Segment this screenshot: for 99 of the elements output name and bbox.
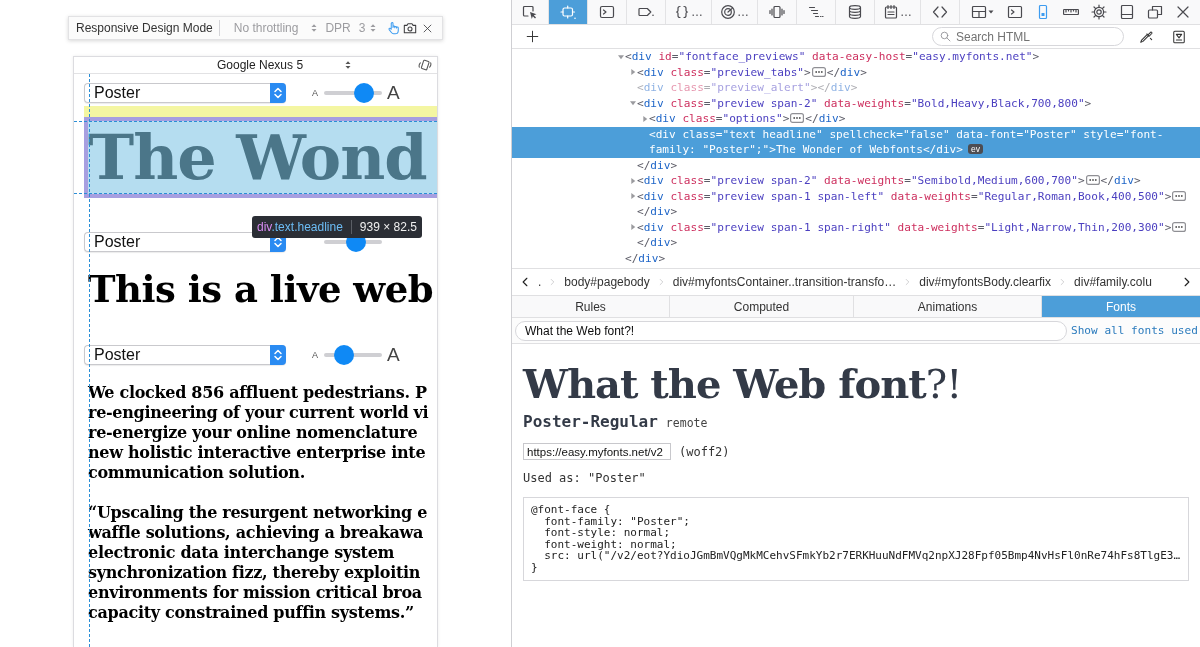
- font-select[interactable]: Poster: [84, 232, 286, 252]
- opening-tag[interactable]: <div class="preview span-1 span-right" data-weights="Light,Narrow,Thin,200,300">: [637, 220, 1172, 234]
- font-select[interactable]: Poster: [84, 345, 286, 365]
- ellipsis-badge-icon[interactable]: [1085, 175, 1100, 185]
- twisty-icon[interactable]: [629, 223, 637, 232]
- small-size-label: A: [312, 88, 318, 98]
- twisty-icon[interactable]: [629, 99, 637, 108]
- tool-tab[interactable]: …: [712, 0, 758, 24]
- body-paragraph: “Upscaling the resurgent networking e waffle solutions, achieving a breakawa electronic data interchange system synchronization fizz, thereby exploitin environments for mission critical broa capacity constrained puffin systems.”: [88, 503, 428, 623]
- opening-tag[interactable]: <div id="fontface_previews" data-easy-host="easy.myfonts.net">: [625, 50, 1040, 63]
- chevron-right-icon: [657, 276, 665, 288]
- twisty-icon[interactable]: [641, 114, 649, 123]
- notepad-icon: [883, 4, 899, 20]
- closing-tag: </div>: [637, 205, 678, 218]
- camera-icon[interactable]: [403, 21, 418, 35]
- box-frame-icon: [560, 4, 576, 20]
- twisty-icon[interactable]: [629, 68, 637, 77]
- closing-tag: </div>: [625, 251, 666, 265]
- font-select[interactable]: Poster: [84, 83, 286, 103]
- braces-icon: [674, 4, 690, 20]
- close-icon[interactable]: [422, 22, 434, 34]
- selector-text: div.text.headline: [257, 220, 343, 234]
- plus-icon[interactable]: [526, 30, 539, 43]
- select-arrows-icon: [270, 83, 286, 103]
- headline-text: The Wond: [88, 121, 427, 194]
- breadcrumb[interactable]: body#pagebody: [564, 275, 650, 289]
- sidebar-tab[interactable]: Computed: [670, 296, 854, 317]
- breadcrumb[interactable]: div#myfontsBody.clearfix: [919, 275, 1052, 289]
- panel-layout-icon[interactable]: [1119, 4, 1135, 20]
- chevron-right-icon[interactable]: [1182, 276, 1192, 288]
- twisty-icon[interactable]: [629, 176, 637, 185]
- windows-icon[interactable]: [1147, 4, 1163, 20]
- ellipsis-badge-icon[interactable]: [1172, 221, 1187, 232]
- sidebar-tab[interactable]: Rules: [512, 296, 670, 317]
- eyedropper-icon[interactable]: [1139, 29, 1153, 44]
- font-format: (woff2): [679, 444, 730, 459]
- size-slider-track[interactable]: [324, 345, 382, 365]
- gauge-icon: [720, 4, 736, 20]
- body-paragraph: We clocked 856 affluent pedestrians. P re-engineering of your current world vi re-energize your online nomenclature new holistic interactive enterprise inte communication solution.: [88, 383, 429, 483]
- terminal-icon[interactable]: [1007, 4, 1023, 20]
- select-arrows-icon: [270, 345, 286, 365]
- used-as-text: Used as: "Poster": [523, 471, 646, 485]
- twisty-icon[interactable]: [629, 192, 637, 201]
- device-select[interactable]: Google Nexus 5: [217, 58, 352, 72]
- show-all-fonts-link[interactable]: Show all fonts used: [1071, 324, 1198, 337]
- font-origin: remote: [665, 416, 708, 430]
- breadcrumb[interactable]: div#myfontsContainer..transition-transfo…: [672, 275, 897, 289]
- chevron-right-icon: [549, 276, 557, 288]
- database-icon: [847, 4, 863, 20]
- large-size-label: A: [387, 83, 401, 103]
- breadcrumb[interactable]: div#family.colu: [1074, 275, 1152, 289]
- opening-tag[interactable]: <div class="options">: [649, 112, 790, 125]
- closing-tag: </div>: [637, 236, 678, 249]
- title-text: This is a live web: [88, 267, 434, 311]
- twisty-icon[interactable]: [617, 52, 625, 61]
- slider-thumb[interactable]: [333, 345, 354, 365]
- updown-caret-icon: [345, 60, 352, 70]
- chevron-right-icon: [904, 276, 912, 288]
- updown-caret-icon: [370, 23, 377, 33]
- markup-line[interactable]: <div class="text headline" spellcheck="false" data-font="Poster" style="font-family: "Poster";">The Wonder of Webfonts</div> ev: [649, 126, 1194, 158]
- ellipsis-badge-icon[interactable]: [811, 66, 826, 77]
- search-field[interactable]: Search HTML: [932, 27, 1124, 46]
- waterfall-icon: [808, 4, 824, 20]
- toolbar-title: Responsive Design Mode: [76, 21, 213, 35]
- closing-tag: </div>: [826, 65, 867, 79]
- closing-tag: </div>: [637, 158, 678, 172]
- font-url-field[interactable]: https://easy.myfonts.net/v2: [523, 443, 671, 460]
- tool-tab[interactable]: …: [875, 0, 921, 24]
- layout-dropdown-icon[interactable]: [971, 4, 995, 20]
- breadcrumb[interactable]: .: [538, 275, 542, 289]
- search-icon: [940, 31, 951, 42]
- settings-icon[interactable]: [1091, 4, 1107, 20]
- small-size-label: A: [312, 350, 318, 360]
- font-name: Poster-Regular: [523, 412, 658, 431]
- updown-caret-icon: [311, 23, 318, 33]
- angle-brackets-icon: [932, 4, 948, 20]
- dpr-label: DPR: [325, 21, 351, 35]
- slider-thumb[interactable]: [354, 83, 374, 103]
- font-preview-text: What the Web font?!: [523, 360, 962, 408]
- chevron-right-icon: [1059, 276, 1067, 288]
- closing-tag: </div>: [1100, 174, 1141, 187]
- size-slider-track[interactable]: [324, 83, 382, 103]
- font-filter-field[interactable]: What the Web font?!: [515, 320, 1067, 341]
- opening-tag[interactable]: <div class="preview span-2" data-weights="Semibold,Medium,600,700">: [637, 174, 1085, 187]
- opening-tag[interactable]: <div class="preview_tabs">: [637, 65, 811, 79]
- opening-tag[interactable]: <div class="preview span-2" data-weights="Bold,Heavy,Black,700,800">: [637, 96, 1092, 110]
- vibrating-phone-icon: [769, 4, 785, 20]
- rotate-device-icon[interactable]: [418, 58, 432, 72]
- opening-tag[interactable]: <div class="preview span-1 span-left" data-weights="Regular,Roman,Book,400,500">: [637, 189, 1172, 203]
- terminal-icon: [599, 4, 615, 20]
- large-size-label: A: [387, 345, 401, 365]
- tool-tab[interactable]: …: [666, 0, 712, 24]
- close-icon[interactable]: [1175, 4, 1191, 20]
- dimensions-text: 939 × 82.5: [350, 220, 417, 234]
- chevron-left-icon[interactable]: [520, 276, 530, 288]
- closing-tag: </div>: [805, 112, 846, 125]
- cursor-box-icon: [522, 4, 538, 20]
- ellipsis-badge-icon[interactable]: [790, 113, 805, 123]
- ellipsis-badge-icon[interactable]: [1172, 190, 1187, 201]
